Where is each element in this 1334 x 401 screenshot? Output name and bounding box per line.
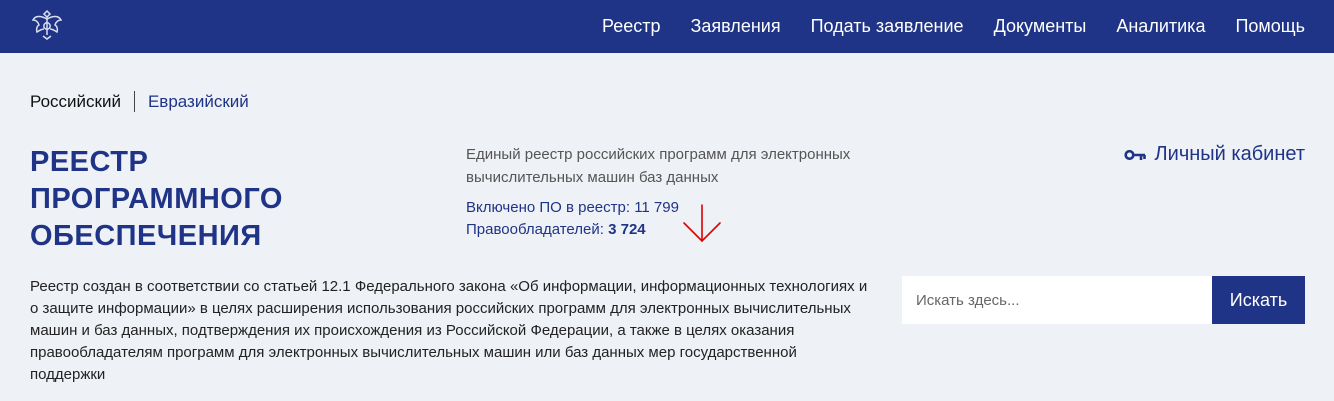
top-navigation-bar: Реестр Заявления Подать заявление Докуме… [0, 0, 1334, 53]
coat-of-arms-icon[interactable] [30, 7, 64, 41]
owners-count-stat: Правообладателей: 3 724 [466, 221, 646, 238]
main-nav: Реестр Заявления Подать заявление Докуме… [602, 0, 1305, 53]
nav-item-applications[interactable]: Заявления [691, 16, 781, 37]
nav-item-registry[interactable]: Реестр [602, 16, 661, 37]
page-title: Реестр программного обеспечения [30, 146, 283, 252]
owners-count-label: Правообладателей: [466, 221, 609, 238]
nav-item-documents[interactable]: Документы [994, 16, 1087, 37]
software-count-label: Включено ПО в реестр: [466, 199, 635, 216]
search-button[interactable]: Искать [1212, 276, 1305, 324]
software-count-value: 11 799 [634, 199, 679, 216]
nav-item-help[interactable]: Помощь [1235, 16, 1305, 37]
software-count-stat: Включено ПО в реестр: 11 799 [466, 199, 679, 216]
search-input[interactable] [902, 276, 1212, 324]
key-icon [1123, 149, 1146, 160]
owners-count-value: 3 724 [608, 221, 646, 238]
registry-tab-russian[interactable]: Российский [30, 92, 121, 112]
registry-description: Единый реестр российских программ для эл… [466, 146, 851, 186]
registry-switch: Российский Евразийский [30, 91, 249, 112]
personal-account-link[interactable]: Личный кабинет [1123, 143, 1305, 166]
registry-about-text: Реестр создан в соответствии со статьей … [30, 278, 868, 383]
registry-switch-divider [133, 91, 135, 112]
nav-item-analytics[interactable]: Аналитика [1116, 16, 1205, 37]
nav-item-submit-application[interactable]: Подать заявление [811, 16, 964, 37]
personal-account-label: Личный кабинет [1154, 143, 1305, 165]
registry-tab-eurasian[interactable]: Евразийский [148, 92, 249, 112]
arrow-down-icon [683, 204, 721, 243]
